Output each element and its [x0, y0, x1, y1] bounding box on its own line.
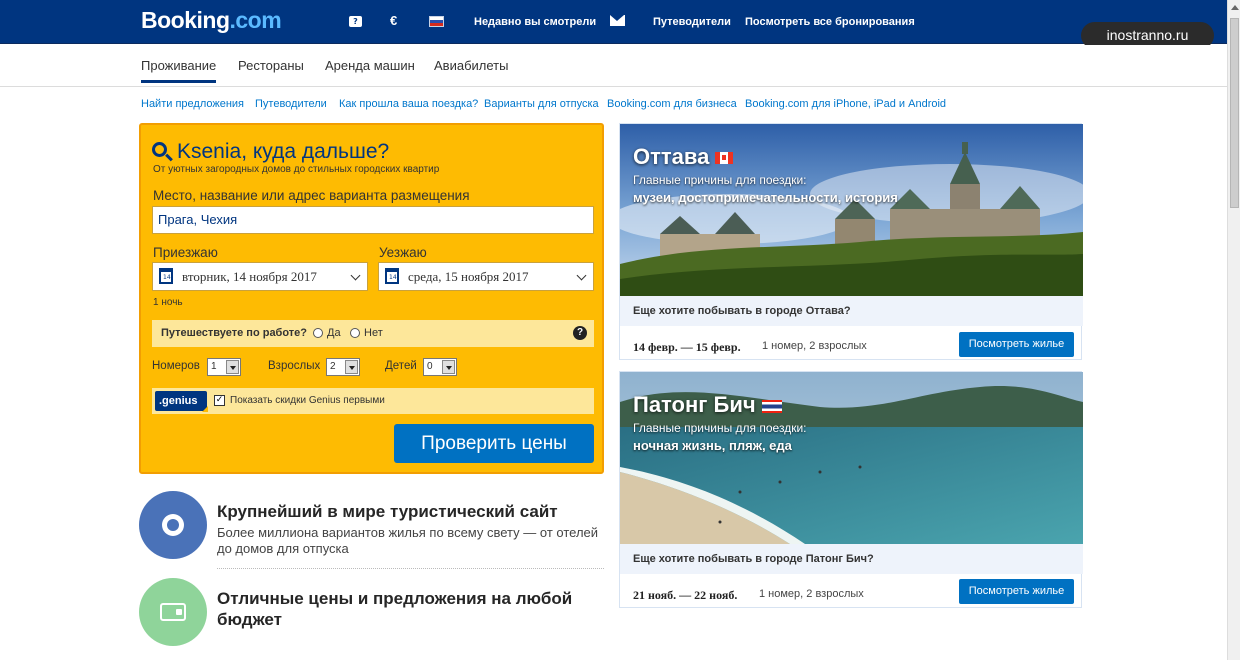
feature-circle — [139, 491, 207, 559]
card-question: Еще хотите побывать в городе Патонг Бич? — [620, 544, 1083, 574]
guides-link[interactable]: Путеводители — [653, 0, 731, 44]
all-bookings-link[interactable]: Посмотреть все бронирования — [745, 0, 915, 44]
currency-selector[interactable]: € — [390, 13, 397, 28]
destination-label: Место, название или адрес варианта разме… — [153, 188, 470, 203]
checkout-date-value: среда, 15 ноября 2017 — [408, 269, 529, 284]
calendar-icon — [159, 268, 173, 284]
feature-title-line1: Отличные цены и предложения на любой — [217, 589, 573, 608]
checkin-date-field[interactable]: вторник, 14 ноября 2017 — [152, 262, 368, 291]
genius-label[interactable]: Показать скидки Genius первыми — [230, 395, 385, 406]
rooms-select[interactable]: 1 — [207, 358, 241, 376]
feature-circle — [139, 578, 207, 646]
search-subtitle: От уютных загородных домов до стильных г… — [153, 164, 440, 175]
checkout-label: Уезжаю — [379, 245, 427, 260]
card-guests: 1 номер, 2 взрослых — [762, 340, 867, 352]
genius-row: .genius ✓ Показать скидки Genius первыми — [152, 388, 594, 414]
tab-restaurants[interactable]: Рестораны — [238, 58, 304, 73]
destination-card-ottawa[interactable]: Оттава Главные причины для поездки: музеи… — [619, 123, 1083, 360]
view-stays-button[interactable]: Посмотреть жилье — [959, 579, 1074, 604]
feature-desc-line1: Более миллиона вариантов жилья по всему … — [217, 525, 599, 540]
thailand-flag-icon — [761, 399, 782, 413]
feature-best-prices: Отличные цены и предложения на любой бюд… — [139, 578, 605, 648]
nights-count: 1 ночь — [153, 297, 183, 308]
mail-icon[interactable] — [610, 15, 625, 26]
business-trip-yes-label[interactable]: Да — [327, 320, 341, 347]
business-trip-row: Путешествуете по работе? Да Нет ? — [152, 320, 594, 347]
business-trip-no-label[interactable]: Нет — [364, 320, 383, 347]
search-icon — [152, 142, 167, 157]
sublink-deals[interactable]: Найти предложения — [141, 98, 244, 110]
tab-stays[interactable]: Проживание — [141, 58, 217, 83]
card-dates: 21 нояб. — 22 нояб. — [633, 588, 738, 602]
sublink-guides[interactable]: Путеводители — [255, 98, 327, 110]
checkin-label: Приезжаю — [153, 245, 218, 260]
business-trip-question: Путешествуете по работе? — [161, 327, 308, 339]
check-prices-button[interactable]: Проверить цены — [394, 424, 594, 463]
card-guests: 1 номер, 2 взрослых — [759, 588, 864, 600]
scrollbar-thumb[interactable] — [1230, 18, 1239, 208]
search-box: Ksenia, куда дальше? От уютных загородны… — [139, 123, 604, 474]
help-icon[interactable]: ? — [349, 16, 362, 27]
card-reasons: Главные причины для поездки: музеи, досто… — [633, 173, 898, 205]
chevron-down-icon — [576, 270, 587, 281]
wallet-icon — [160, 603, 186, 621]
dropdown-arrow-icon — [226, 360, 239, 374]
dropdown-arrow-icon — [345, 360, 358, 374]
destination-input[interactable]: Прага, Чехия — [152, 206, 594, 234]
card-city-name: Оттава — [633, 144, 734, 170]
calendar-icon — [385, 268, 399, 284]
patong-photo: Патонг Бич Главные причины для поездки: н… — [620, 372, 1083, 544]
feature-title: Крупнейший в мире туристический сайт — [217, 502, 558, 521]
destination-card-patong[interactable]: Патонг Бич Главные причины для поездки: н… — [619, 371, 1083, 608]
top-bar: Booking.com ? € Недавно вы смотрели Путе… — [0, 0, 1227, 44]
sublink-business[interactable]: Booking.com для бизнеса — [607, 98, 737, 110]
booking-logo[interactable]: Booking.com — [141, 7, 282, 34]
children-select[interactable]: 0 — [423, 358, 457, 376]
feature-largest-site: Крупнейший в мире туристический сайт Бол… — [139, 491, 605, 561]
page-scrollbar[interactable] — [1227, 0, 1240, 660]
tab-flights[interactable]: Авиабилеты — [434, 58, 508, 73]
russian-flag-icon[interactable] — [429, 16, 444, 27]
card-city-name: Патонг Бич — [633, 392, 782, 418]
globe-icon — [162, 514, 184, 536]
canada-flag-icon — [715, 152, 734, 165]
product-tabs: Проживание Рестораны Аренда машин Авиаби… — [0, 45, 1227, 87]
adults-label: Взрослых — [268, 360, 321, 372]
adults-select[interactable]: 2 — [326, 358, 360, 376]
business-trip-yes-radio[interactable] — [313, 328, 323, 338]
feature-desc-line2: до домов для отпуска — [217, 541, 349, 556]
dropdown-arrow-icon — [442, 360, 455, 374]
sublink-apps[interactable]: Booking.com для iPhone, iPad и Android — [745, 98, 946, 110]
children-label: Детей — [385, 360, 417, 372]
question-mark-icon[interactable]: ? — [573, 326, 587, 340]
genius-badge: .genius — [155, 391, 208, 412]
ottawa-photo: Оттава Главные причины для поездки: музеи… — [620, 124, 1083, 296]
search-title: Ksenia, куда дальше? — [177, 140, 390, 163]
tab-car-rental[interactable]: Аренда машин — [325, 58, 415, 73]
card-reasons: Главные причины для поездки: ночная жизнь… — [633, 421, 807, 453]
checkin-date-value: вторник, 14 ноября 2017 — [182, 269, 317, 284]
view-stays-button[interactable]: Посмотреть жилье — [959, 332, 1074, 357]
feature-title-line2: бюджет — [217, 610, 282, 629]
card-dates: 14 февр. — 15 февр. — [633, 340, 741, 354]
card-question: Еще хотите побывать в городе Оттава? — [620, 296, 1083, 326]
rooms-label: Номеров — [152, 360, 200, 372]
sublink-vacation-rentals[interactable]: Варианты для отпуска — [484, 98, 599, 110]
sublink-trip-review[interactable]: Как прошла ваша поездка? — [339, 98, 478, 110]
chevron-down-icon — [350, 270, 361, 281]
feature-divider — [217, 568, 604, 569]
genius-checkbox[interactable]: ✓ — [214, 395, 225, 406]
business-trip-no-radio[interactable] — [350, 328, 360, 338]
recently-viewed-link[interactable]: Недавно вы смотрели — [474, 0, 596, 44]
scroll-up-arrow-icon[interactable] — [1231, 5, 1239, 10]
checkout-date-field[interactable]: среда, 15 ноября 2017 — [378, 262, 594, 291]
